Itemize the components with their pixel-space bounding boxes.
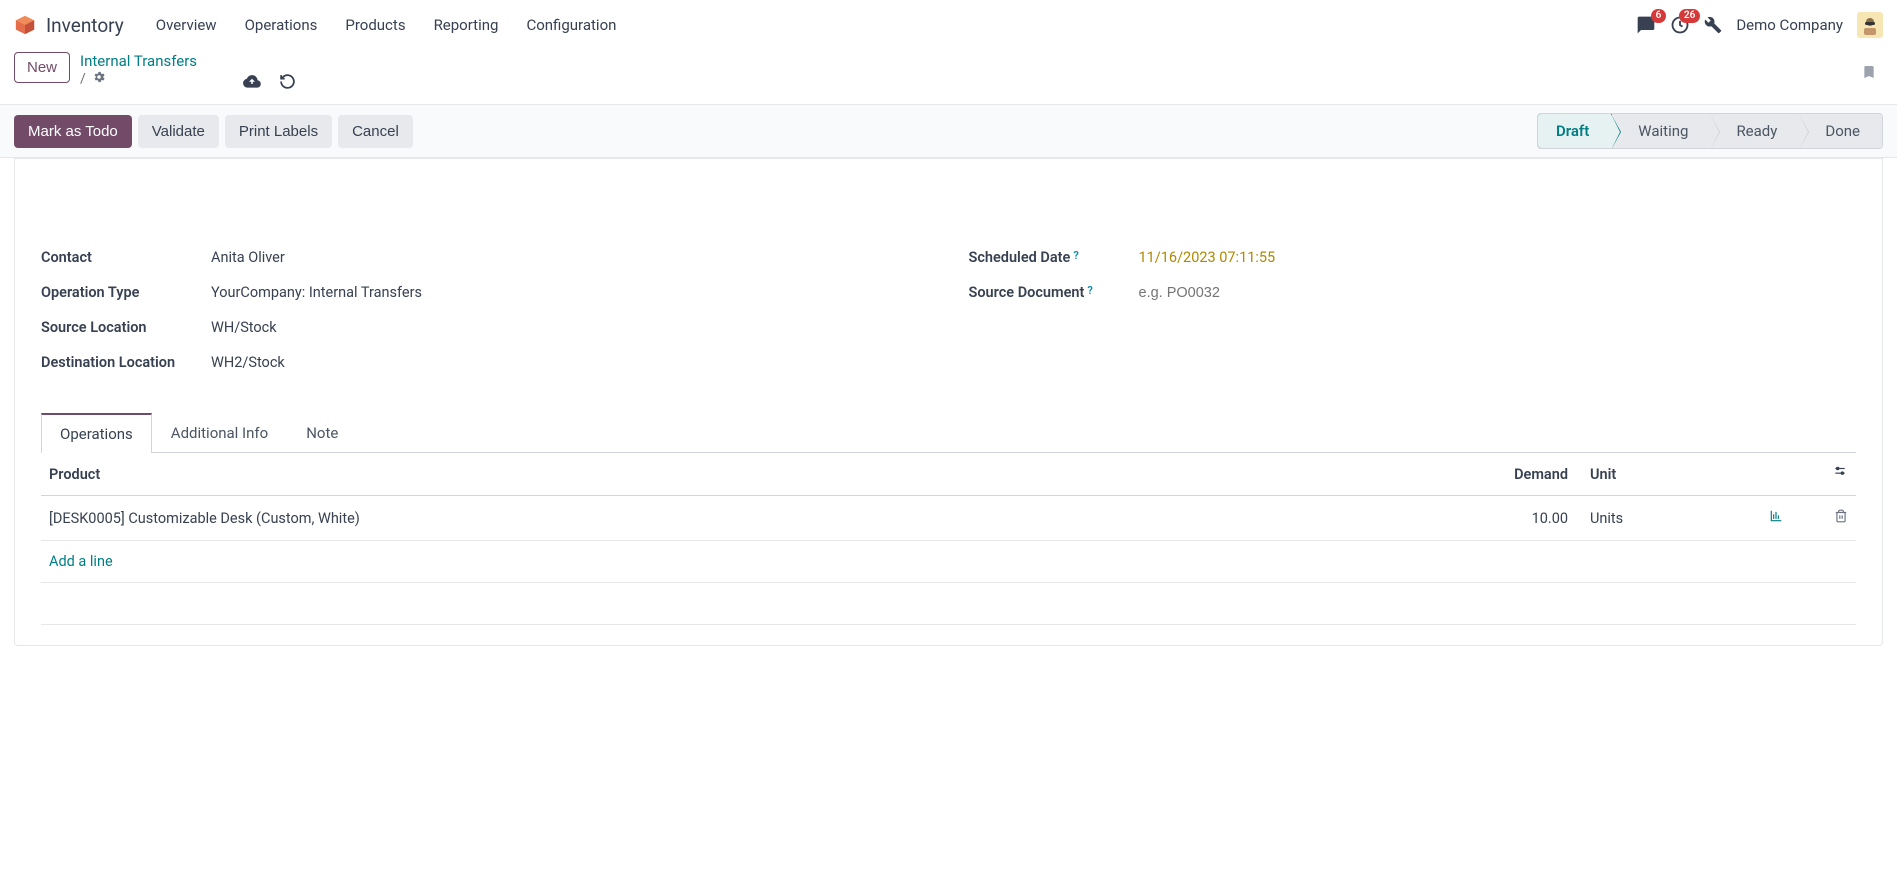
- breadcrumb-parent[interactable]: Internal Transfers: [80, 52, 197, 70]
- cell-demand[interactable]: 10.00: [1476, 496, 1576, 541]
- user-avatar[interactable]: [1857, 12, 1883, 38]
- field-scheduled-date[interactable]: 11/16/2023 07:11:55: [1139, 249, 1276, 266]
- table-row[interactable]: [DESK0005] Customizable Desk (Custom, Wh…: [41, 496, 1856, 541]
- cloud-save-icon[interactable]: [243, 72, 261, 94]
- systray: 6 26 Demo Company: [1636, 12, 1883, 38]
- empty-row: [41, 583, 1856, 625]
- app-logo-icon[interactable]: [14, 14, 36, 36]
- col-unit[interactable]: Unit: [1576, 453, 1756, 496]
- status-waiting[interactable]: Waiting: [1612, 114, 1710, 148]
- cell-unit[interactable]: Units: [1576, 496, 1756, 541]
- columns-settings-icon[interactable]: [1832, 466, 1848, 483]
- print-labels-button[interactable]: Print Labels: [225, 115, 332, 148]
- status-ready[interactable]: Ready: [1710, 114, 1799, 148]
- new-button[interactable]: New: [14, 52, 70, 83]
- mark-as-todo-button[interactable]: Mark as Todo: [14, 115, 132, 148]
- label-destination-location: Destination Location: [41, 354, 211, 371]
- help-scheduled-date-icon[interactable]: ?: [1073, 249, 1078, 262]
- col-product[interactable]: Product: [41, 453, 1476, 496]
- form-right-column: Scheduled Date? 11/16/2023 07:11:55 Sour…: [969, 249, 1857, 389]
- status-draft[interactable]: Draft: [1537, 113, 1612, 149]
- field-source-location[interactable]: WH/Stock: [211, 319, 277, 336]
- menu-products[interactable]: Products: [331, 8, 419, 42]
- control-panel: New Internal Transfers /: [0, 46, 1897, 104]
- notebook-tabs: Operations Additional Info Note: [41, 413, 1856, 453]
- field-contact[interactable]: Anita Oliver: [211, 249, 285, 266]
- delete-row-icon[interactable]: [1834, 511, 1848, 528]
- tools-icon[interactable]: [1704, 16, 1722, 34]
- discard-icon[interactable]: [279, 73, 296, 94]
- messages-icon[interactable]: 6: [1636, 15, 1656, 35]
- col-demand[interactable]: Demand: [1476, 453, 1576, 496]
- field-operation-type[interactable]: YourCompany: Internal Transfers: [211, 284, 422, 301]
- form-sheet: Contact Anita Oliver Operation Type Your…: [14, 158, 1883, 646]
- help-source-document-icon[interactable]: ?: [1087, 284, 1092, 297]
- tab-additional-info[interactable]: Additional Info: [152, 413, 287, 453]
- company-switcher[interactable]: Demo Company: [1736, 16, 1843, 34]
- main-menu: Overview Operations Products Reporting C…: [142, 8, 631, 42]
- bookmark-icon[interactable]: [1861, 70, 1877, 86]
- menu-overview[interactable]: Overview: [142, 8, 231, 42]
- status-bar: Draft Waiting Ready Done: [1537, 113, 1883, 149]
- label-operation-type: Operation Type: [41, 284, 211, 301]
- menu-operations[interactable]: Operations: [231, 8, 332, 42]
- label-contact: Contact: [41, 249, 211, 266]
- forecast-icon[interactable]: [1768, 510, 1784, 527]
- activities-badge: 26: [1679, 9, 1700, 23]
- field-source-document[interactable]: [1139, 285, 1339, 301]
- tab-note[interactable]: Note: [287, 413, 357, 453]
- tab-operations[interactable]: Operations: [41, 413, 152, 453]
- operations-table: Product Demand Unit [DESK0005] Customiza…: [41, 453, 1856, 625]
- label-source-document: Source Document?: [969, 284, 1139, 301]
- cancel-button[interactable]: Cancel: [338, 115, 413, 148]
- add-line-link[interactable]: Add a line: [49, 553, 113, 570]
- menu-configuration[interactable]: Configuration: [512, 8, 630, 42]
- validate-button[interactable]: Validate: [138, 115, 219, 148]
- add-line-row[interactable]: Add a line: [41, 541, 1856, 583]
- save-status-icons: [243, 52, 296, 94]
- messages-badge: 6: [1651, 9, 1667, 23]
- label-scheduled-date: Scheduled Date?: [969, 249, 1139, 266]
- activities-icon[interactable]: 26: [1670, 15, 1690, 35]
- field-destination-location[interactable]: WH2/Stock: [211, 354, 285, 371]
- gear-icon[interactable]: [92, 70, 106, 88]
- breadcrumb-separator: /: [80, 71, 86, 87]
- top-navbar: Inventory Overview Operations Products R…: [0, 0, 1897, 46]
- action-bar: Mark as Todo Validate Print Labels Cance…: [0, 104, 1897, 158]
- label-source-location: Source Location: [41, 319, 211, 336]
- form-left-column: Contact Anita Oliver Operation Type Your…: [41, 249, 929, 389]
- status-done[interactable]: Done: [1799, 114, 1882, 148]
- cell-product[interactable]: [DESK0005] Customizable Desk (Custom, Wh…: [49, 510, 360, 527]
- menu-reporting[interactable]: Reporting: [420, 8, 513, 42]
- breadcrumb: Internal Transfers /: [80, 52, 197, 88]
- app-title[interactable]: Inventory: [46, 14, 124, 37]
